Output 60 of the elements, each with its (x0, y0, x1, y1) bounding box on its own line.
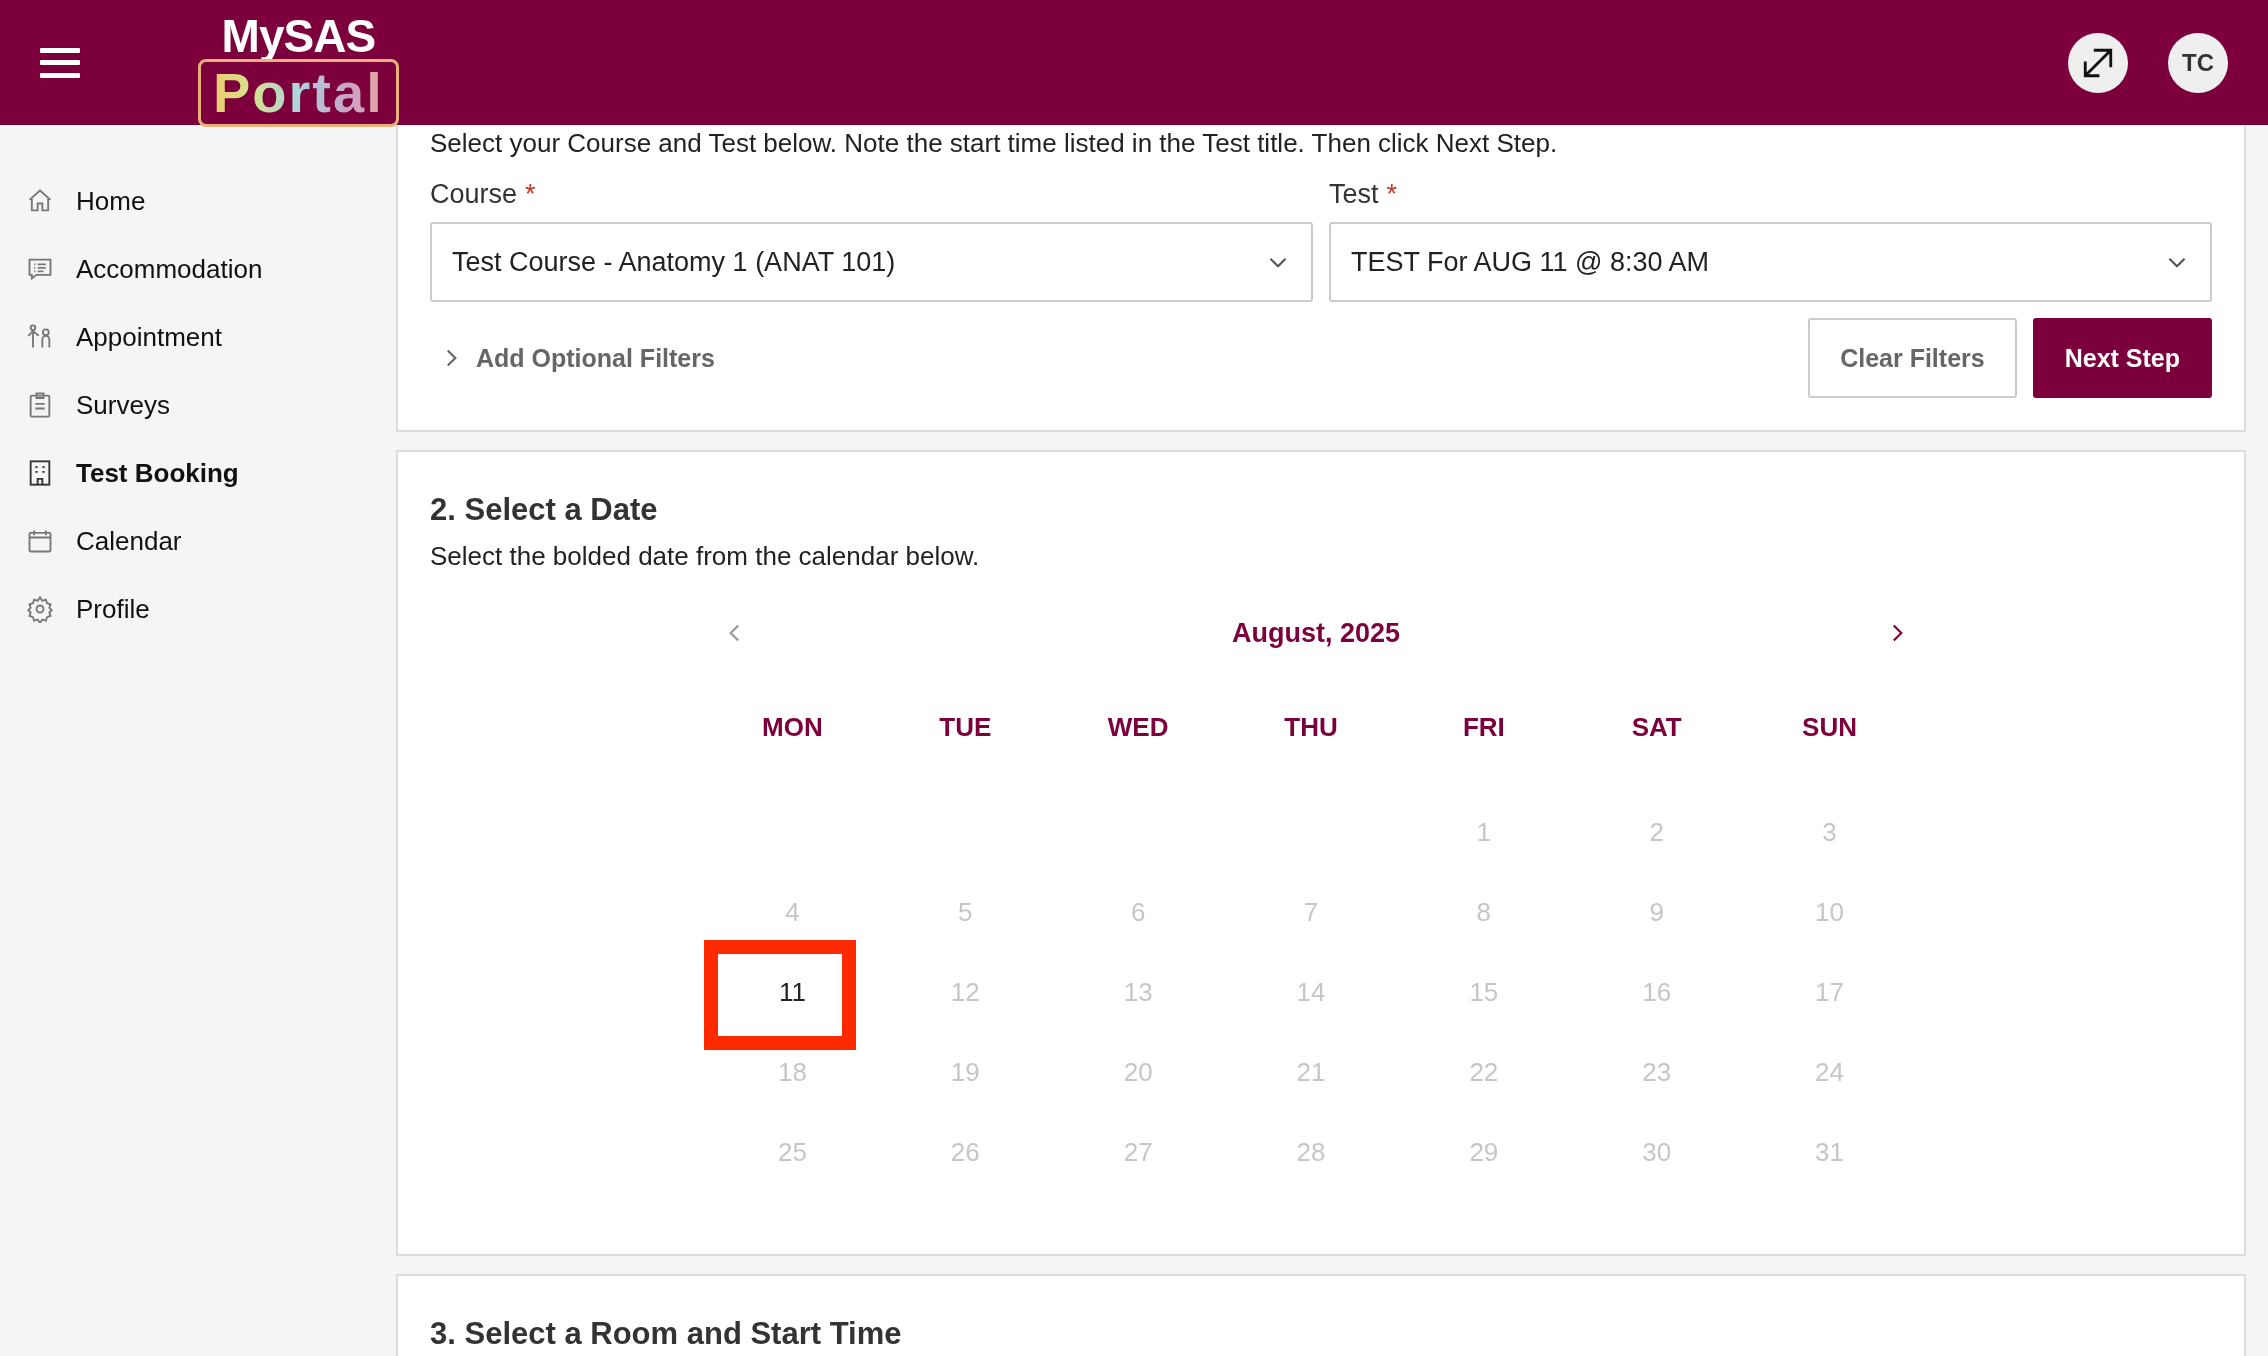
calendar-day[interactable]: 25 (771, 1135, 813, 1169)
user-avatar[interactable]: TC (2168, 32, 2228, 93)
menu-button[interactable] (40, 47, 80, 78)
field-label: Course * (430, 179, 537, 210)
weekday-label: THU (1283, 712, 1339, 744)
sidebar-item[interactable]: Test Booking (0, 439, 396, 507)
calendar-day[interactable]: 15 (1463, 975, 1505, 1009)
weekday-label: SUN (1801, 712, 1858, 744)
calendar-day[interactable]: 8 (1470, 895, 1498, 929)
sidebar-item[interactable]: Surveys (0, 371, 396, 439)
calendar-day[interactable]: 6 (1124, 895, 1152, 929)
instructions-text: Select your Course and Test below. Note the start time listed in the Test title. Then click Next Step. (430, 127, 1559, 160)
select-field[interactable]: TEST For AUG 11 @ 8:30 AM (1329, 222, 2212, 302)
field-label: Test * (1329, 179, 1399, 210)
calendar-day[interactable]: 14 (1290, 975, 1332, 1009)
filters-toggle[interactable]: Add Optional Filters (430, 343, 723, 373)
sidebar-item[interactable]: Home (0, 167, 396, 235)
calendar-day[interactable]: 26 (944, 1135, 986, 1169)
sidebar-item[interactable]: Profile (0, 575, 396, 643)
calendar-day[interactable]: 5 (952, 895, 979, 929)
weekday-label: WED (1106, 712, 1170, 744)
calendar-day[interactable]: 12 (944, 975, 986, 1009)
calendar-day[interactable]: 28 (1290, 1135, 1332, 1169)
weekday-label: SAT (1630, 712, 1683, 744)
calendar-day[interactable]: 23 (1636, 1055, 1678, 1089)
sidebar-item[interactable]: Calendar (0, 507, 396, 575)
section-title: 3. Select a Room and Start Time (430, 1316, 903, 1352)
clear-filters-button[interactable]: Clear Filters (1808, 318, 2017, 398)
calendar-day[interactable]: 13 (1117, 975, 1159, 1009)
sidebar-item[interactable]: Appointment (0, 303, 396, 371)
gear-icon (26, 595, 54, 623)
calendar-day[interactable]: 27 (1117, 1135, 1159, 1169)
calendar-day[interactable]: 21 (1290, 1055, 1332, 1089)
section-title: 2. Select a Date (430, 492, 659, 528)
weekday-label: FRI (1461, 712, 1506, 744)
calendar-day[interactable]: 22 (1463, 1055, 1505, 1089)
calendar-day[interactable]: 2 (1643, 815, 1670, 849)
calendar-day[interactable]: 7 (1297, 895, 1325, 929)
calendar-day[interactable]: 18 (771, 1055, 813, 1089)
calendar-day[interactable]: 17 (1809, 975, 1851, 1009)
weekday-label: TUE (938, 712, 993, 744)
calendar-day[interactable]: 20 (1117, 1055, 1159, 1089)
calendar-day[interactable]: 9 (1643, 895, 1670, 929)
calendar-day[interactable]: 31 (1809, 1135, 1851, 1169)
calendar-day[interactable]: 19 (944, 1055, 986, 1089)
calendar-day[interactable]: 11 (772, 975, 812, 1009)
next-step-button[interactable]: Next Step (2032, 318, 2212, 398)
calendar-day[interactable]: 24 (1809, 1055, 1851, 1089)
calendar-day[interactable]: 3 (1816, 815, 1843, 849)
calendar-day[interactable]: 29 (1463, 1135, 1505, 1169)
select-field[interactable]: Test Course - Anatomy 1 (ANAT 101) (430, 222, 1313, 302)
instructions-text: Select the bolded date from the calendar below. (430, 540, 981, 573)
sidebar-item[interactable]: Accommodation (0, 235, 396, 303)
calendar-day[interactable]: 4 (779, 895, 806, 929)
month-title: August, 2025 (1231, 617, 1401, 649)
calendar-day[interactable]: 30 (1636, 1135, 1678, 1169)
weekday-label: MON (761, 712, 824, 744)
calendar-day[interactable]: 1 (1470, 815, 1498, 849)
calendar-day[interactable]: 16 (1636, 975, 1678, 1009)
calendar-day[interactable]: 10 (1809, 895, 1851, 929)
